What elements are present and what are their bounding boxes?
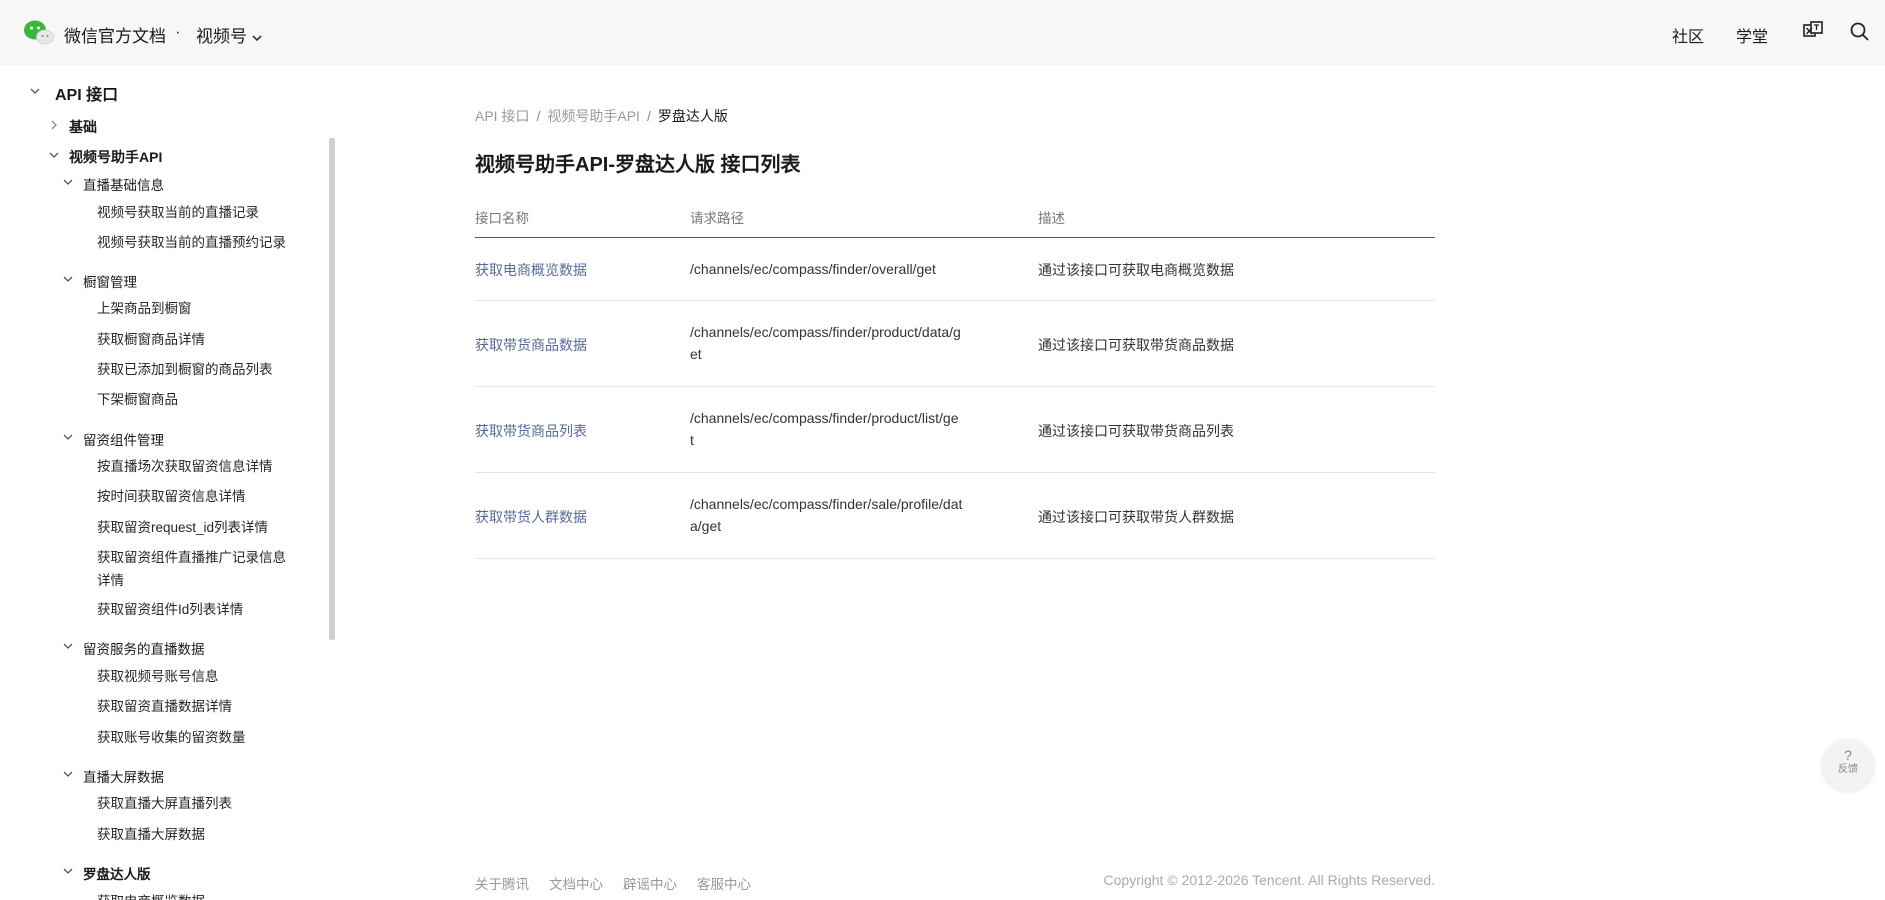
breadcrumb-separator: / [536, 108, 541, 124]
chevron-down-icon[interactable] [63, 274, 73, 284]
sidebar-leaf[interactable]: 视频号获取当前的直播记录 [97, 201, 259, 221]
site-title[interactable]: 微信官方文档 [64, 22, 166, 47]
table-row: 获取电商概览数据 /channels/ec/compass/finder/ove… [475, 238, 1435, 301]
api-desc: 通过该接口可获取电商概览数据 [1038, 262, 1234, 278]
table-row: 获取带货商品数据 /channels/ec/compass/finder/pro… [475, 301, 1435, 387]
api-path: /channels/ec/compass/finder/product/data… [690, 321, 1000, 365]
chevron-down-icon [252, 34, 262, 41]
column-header: 描述 [1038, 211, 1065, 226]
sidebar-leaf[interactable]: 获取留资request_id列表详情 [97, 516, 268, 536]
sidebar-item-assistant-api[interactable]: 视频号助手API [69, 147, 162, 167]
sidebar-leaf[interactable]: 获取已添加到橱窗的商品列表 [97, 358, 273, 378]
api-path-line: /channels/ec/compass/finder/overall/get [690, 261, 936, 277]
breadcrumb-item[interactable]: API 接口 [475, 108, 529, 124]
page-title: 视频号助手API-罗盘达人版 接口列表 [475, 154, 801, 176]
footer-link-docs[interactable]: 文档中心 [549, 873, 603, 893]
sidebar-item-api[interactable]: API 接口 [55, 81, 118, 105]
api-desc: 通过该接口可获取带货人群数据 [1038, 509, 1234, 525]
top-bar: 微信官方文档 · 视频号 社区 学堂 [0, 0, 1885, 65]
breadcrumb-item[interactable]: 视频号助手API [547, 108, 640, 124]
sidebar-group-leads-live[interactable]: 留资服务的直播数据 [83, 638, 205, 658]
sidebar-group-showcase[interactable]: 橱窗管理 [83, 271, 137, 291]
chevron-down-icon[interactable] [63, 177, 73, 187]
breadcrumb: API 接口 / 视频号助手API / 罗盘达人版 [475, 106, 728, 126]
sidebar-leaf[interactable]: 获取直播大屏数据 [97, 823, 205, 843]
footer-link-support[interactable]: 客服中心 [697, 873, 751, 893]
api-path-line: /channels/ec/compass/finder/product/data… [690, 324, 961, 340]
api-name-link[interactable]: 获取电商概览数据 [475, 260, 587, 280]
sidebar-leaf[interactable]: 上架商品到橱窗 [97, 297, 192, 317]
api-path-line: et [690, 346, 702, 362]
nav-academy[interactable]: 学堂 [1736, 23, 1768, 47]
table-row: 获取带货商品列表 /channels/ec/compass/finder/pro… [475, 387, 1435, 473]
sidebar-leaf[interactable]: 按直播场次获取留资信息详情 [97, 455, 273, 475]
api-table: 接口名称 请求路径 描述 获取电商概览数据 /channels/ec/compa… [475, 205, 1435, 559]
help-icon: ? [1844, 747, 1852, 763]
sidebar-leaf[interactable]: 下架橱窗商品 [97, 388, 178, 408]
translate-icon[interactable] [1801, 20, 1825, 44]
sidebar-leaf[interactable]: 获取直播大屏直播列表 [97, 792, 232, 812]
sidebar-leaf[interactable]: 按时间获取留资信息详情 [97, 485, 246, 505]
chevron-down-icon[interactable] [63, 866, 73, 876]
api-path-line: a/get [690, 518, 722, 534]
chevron-down-icon[interactable] [49, 150, 59, 160]
sidebar-leaf[interactable]: 获取留资直播数据详情 [97, 695, 232, 715]
feedback-label: 反馈 [1838, 764, 1858, 775]
sidebar-leaf[interactable]: 获取橱窗商品详情 [97, 328, 205, 348]
search-icon[interactable] [1848, 20, 1872, 44]
sidebar-leaf-wrap[interactable]: 详情 [97, 569, 124, 589]
breadcrumb-current: 罗盘达人版 [657, 108, 728, 124]
column-header: 请求路径 [690, 211, 744, 226]
copyright: Copyright © 2012-2026 Tencent. All Right… [1103, 872, 1435, 888]
api-path-line: /channels/ec/compass/finder/sale/profile… [690, 496, 963, 512]
api-name-link[interactable]: 获取带货商品列表 [475, 421, 587, 441]
api-path: /channels/ec/compass/finder/product/list… [690, 407, 1000, 451]
product-selector[interactable]: 视频号 [196, 22, 263, 47]
api-path-line: /channels/ec/compass/finder/product/list… [690, 410, 959, 426]
api-desc: 通过该接口可获取带货商品数据 [1038, 337, 1234, 353]
sidebar-scrollbar[interactable] [329, 138, 335, 640]
chevron-down-icon[interactable] [63, 432, 73, 442]
sidebar-group-compass[interactable]: 罗盘达人版 [83, 863, 151, 883]
column-header: 接口名称 [475, 211, 529, 226]
wechat-logo-icon[interactable] [24, 19, 54, 47]
sidebar-group-leads[interactable]: 留资组件管理 [83, 429, 164, 449]
api-path: /channels/ec/compass/finder/sale/profile… [690, 493, 1000, 537]
product-label: 视频号 [196, 27, 247, 46]
sidebar-leaf[interactable]: 视频号获取当前的直播预约记录 [97, 231, 286, 251]
chevron-down-icon[interactable] [63, 641, 73, 651]
table-header: 接口名称 请求路径 描述 [475, 205, 1435, 238]
sidebar-leaf-active[interactable]: 获取电商概览数据 [97, 890, 205, 900]
api-path: /channels/ec/compass/finder/overall/get [690, 258, 1000, 280]
sidebar-group-big-screen[interactable]: 直播大屏数据 [83, 766, 164, 786]
sidebar-leaf[interactable]: 获取视频号账号信息 [97, 665, 219, 685]
title-separator: · [175, 22, 181, 41]
sidebar-nav: API 接口 基础 视频号助手API 直播基础信息 视频号获取当前的直播记录 视… [0, 65, 330, 900]
sidebar-item-basic[interactable]: 基础 [69, 117, 97, 137]
nav-community[interactable]: 社区 [1672, 23, 1704, 47]
chevron-down-icon[interactable] [63, 769, 73, 779]
sidebar-leaf[interactable]: 获取留资组件直播推广记录信息 [97, 546, 286, 566]
api-desc: 通过该接口可获取带货商品列表 [1038, 423, 1234, 439]
api-name-link[interactable]: 获取带货商品数据 [475, 335, 587, 355]
feedback-button[interactable]: ? 反馈 [1822, 739, 1874, 791]
table-row: 获取带货人群数据 /channels/ec/compass/finder/sal… [475, 473, 1435, 559]
sidebar-leaf[interactable]: 获取留资组件Id列表详情 [97, 598, 243, 618]
api-path-line: t [690, 432, 694, 448]
sidebar-group-live-basic[interactable]: 直播基础信息 [83, 174, 164, 194]
api-name-link[interactable]: 获取带货人群数据 [475, 507, 587, 527]
chevron-down-icon[interactable] [30, 86, 40, 96]
chevron-right-icon[interactable] [49, 120, 59, 130]
footer-link-rumor[interactable]: 辟谣中心 [623, 873, 677, 893]
breadcrumb-separator: / [646, 108, 651, 124]
footer-link-about[interactable]: 关于腾讯 [475, 873, 529, 893]
sidebar-leaf[interactable]: 获取账号收集的留资数量 [97, 726, 246, 746]
